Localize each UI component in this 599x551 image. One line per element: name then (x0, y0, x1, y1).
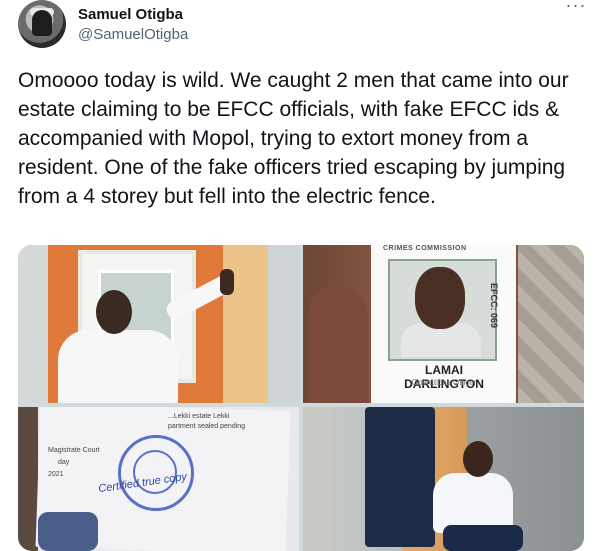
more-options-icon[interactable]: ··· (564, 0, 588, 18)
author-names: Samuel Otigba @SamuelOtigba (78, 6, 188, 44)
photo-seated-head (463, 441, 493, 477)
id-card-header: CRIMES COMMISSION (383, 245, 467, 252)
photo-document[interactable]: ...Lekki estate Lekki partment sealed pe… (18, 407, 299, 551)
photo-dark-edge (18, 407, 38, 551)
tweet-header: Samuel Otigba @SamuelOtigba ··· (18, 0, 588, 60)
tweet: Samuel Otigba @SamuelOtigba ··· Omoooo t… (0, 0, 599, 551)
photo-id-card[interactable]: CRIMES COMMISSION EFCC: 069 LAMAI DARLIN… (303, 245, 584, 403)
id-card-role: Operations Officer (411, 378, 477, 387)
document-line-1: ...Lekki estate Lekki (168, 413, 230, 420)
photo-person-hand (220, 269, 234, 295)
id-card-number: EFCC: 069 (489, 283, 499, 329)
photo-person-head (96, 290, 132, 334)
author-handle[interactable]: @SamuelOtigba (78, 26, 188, 44)
photo-person-body (58, 330, 178, 403)
photo-finger (38, 512, 98, 551)
photo-seated-body (433, 473, 513, 533)
photo-post (268, 245, 299, 403)
photo-man-pointing[interactable] (18, 245, 299, 403)
photo-pole (303, 407, 331, 551)
document-line-2: partment sealed pending (168, 423, 246, 430)
photo-seated-legs (443, 525, 523, 551)
photo-thumb (308, 285, 368, 403)
photo-man-seated[interactable] (303, 407, 584, 551)
author-display-name[interactable]: Samuel Otigba (78, 6, 188, 24)
tweet-text: Omoooo today is wild. We caught 2 men th… (18, 69, 569, 208)
document-line-3: Magistrate Court (48, 447, 100, 454)
document-line-4: day (58, 459, 70, 466)
photo-paving-stones (518, 245, 584, 403)
id-card-face (415, 267, 465, 329)
photo-wall-left (18, 245, 48, 403)
document-line-5: 2021 (48, 471, 64, 478)
avatar-figure-shape (32, 10, 52, 36)
photo-standing-legs (365, 407, 435, 547)
media-grid: CRIMES COMMISSION EFCC: 069 LAMAI DARLIN… (18, 245, 584, 551)
avatar[interactable] (18, 0, 66, 48)
